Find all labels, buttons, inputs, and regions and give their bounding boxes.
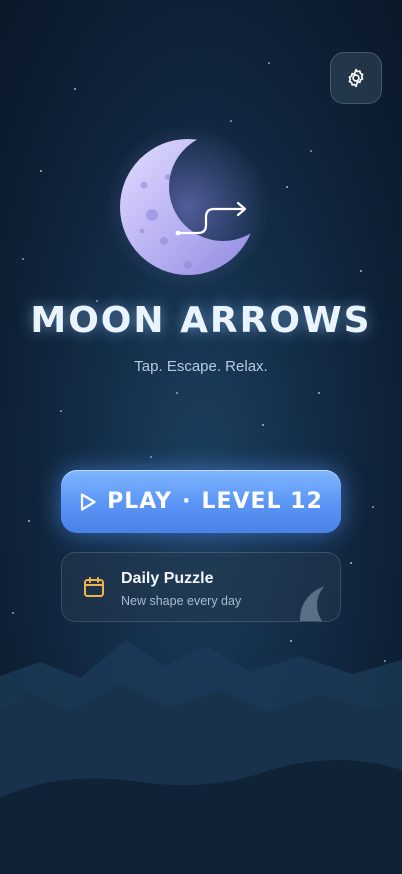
- daily-puzzle-card[interactable]: Daily Puzzle New shape every day: [61, 552, 341, 622]
- tagline: Tap. Escape. Relax.: [134, 358, 268, 375]
- play-separator: ·: [182, 489, 192, 514]
- star: [150, 456, 152, 458]
- settings-button[interactable]: [330, 52, 382, 104]
- star: [318, 392, 320, 394]
- moon-arrow-logo: [106, 125, 270, 285]
- star: [74, 88, 76, 90]
- star: [176, 392, 178, 394]
- gear-icon: [348, 68, 364, 88]
- star: [360, 270, 362, 272]
- star: [22, 258, 24, 260]
- star: [28, 520, 30, 522]
- level-label: LEVEL 12: [201, 489, 323, 514]
- star: [350, 562, 352, 564]
- star: [372, 506, 374, 508]
- play-label: PLAY: [107, 489, 173, 514]
- star: [12, 612, 14, 614]
- calendar-icon: [84, 577, 104, 597]
- star: [310, 150, 312, 152]
- play-button[interactable]: PLAY · LEVEL 12: [61, 470, 341, 533]
- star: [286, 186, 288, 188]
- play-icon: [81, 492, 96, 511]
- crescent-moon-icon: [300, 585, 340, 621]
- daily-puzzle-title: Daily Puzzle: [121, 570, 214, 587]
- star: [40, 170, 42, 172]
- star: [60, 410, 62, 412]
- mountain-silhouette: [0, 640, 402, 874]
- star: [262, 424, 264, 426]
- app-title: MOON ARROWS: [30, 300, 372, 341]
- star: [230, 120, 232, 122]
- daily-puzzle-subtitle: New shape every day: [121, 594, 242, 608]
- star: [268, 62, 270, 64]
